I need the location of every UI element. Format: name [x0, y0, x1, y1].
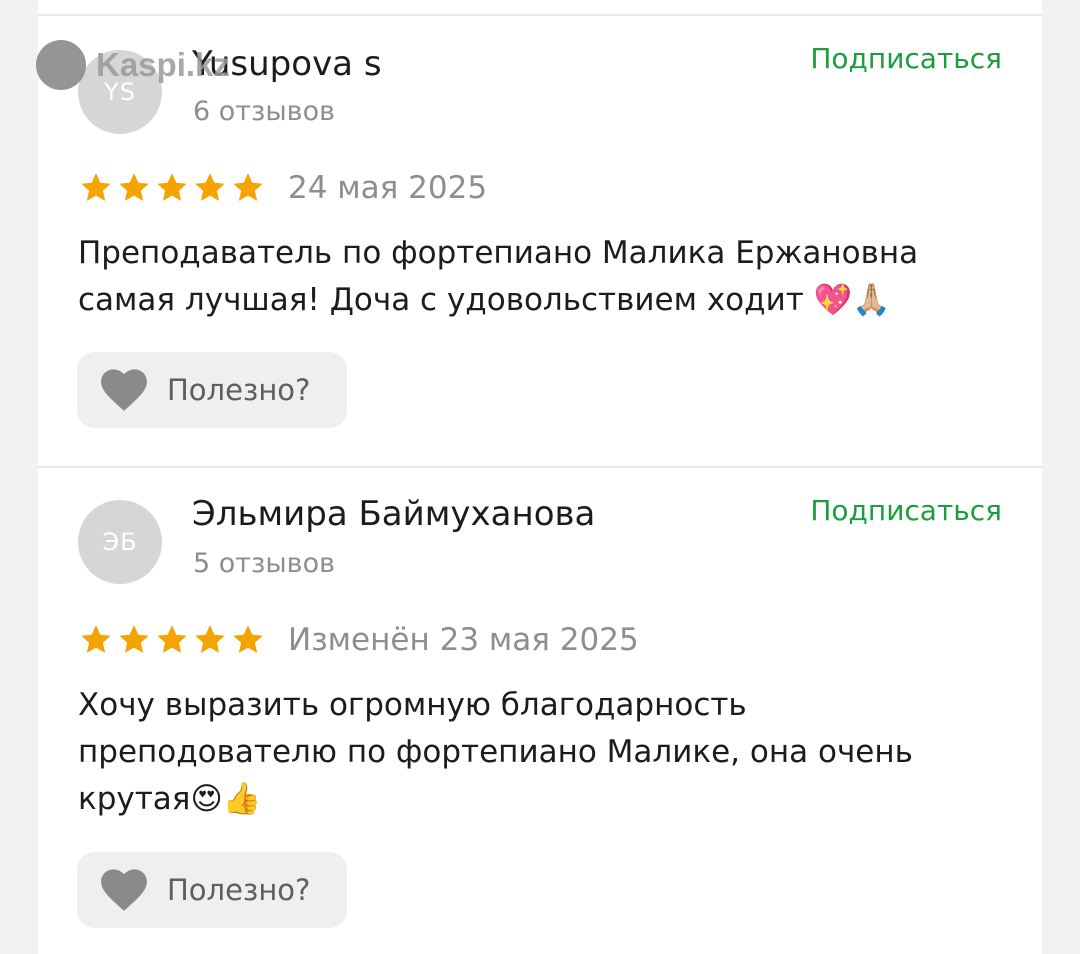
helpful-label: Полезно?: [167, 373, 311, 407]
helpful-button[interactable]: Полезно?: [77, 352, 347, 428]
review-text-line: преподователю по фортепиано Малике, она …: [78, 734, 913, 770]
helpful-label: Полезно?: [167, 873, 311, 907]
helpful-button[interactable]: Полезно?: [77, 852, 347, 928]
star-icon: [230, 622, 266, 658]
review-text: Преподаватель по фортепиано Малика Ержан…: [78, 230, 1008, 324]
rating-row: 24 мая 2025: [78, 170, 487, 206]
review-count: 6 отзывов: [193, 96, 336, 127]
star-icon: [116, 622, 152, 658]
star-icon: [78, 622, 114, 658]
avatar-initials: ЭБ: [102, 528, 138, 556]
review-date: Изменён 23 мая 2025: [288, 622, 639, 658]
review-author[interactable]: Эльмира Баймуханова: [192, 494, 595, 534]
avatar: ЭБ: [78, 500, 162, 584]
review-text: Хочу выразить огромную благодарность пре…: [78, 682, 1008, 823]
heart-icon: [101, 869, 147, 911]
review-text-line: самая лучшая! Доча с удовольствием ходит…: [78, 282, 891, 318]
avatar: YS: [78, 50, 162, 134]
star-icon: [192, 170, 228, 206]
subscribe-button[interactable]: Подписаться: [810, 494, 1002, 527]
avatar-initials: YS: [104, 78, 136, 106]
star-rating: [78, 170, 266, 206]
star-icon: [154, 622, 190, 658]
star-icon: [78, 170, 114, 206]
heart-icon: [101, 369, 147, 411]
review-text-line: Хочу выразить огромную благодарность: [78, 687, 747, 723]
star-icon: [230, 170, 266, 206]
review-date: 24 мая 2025: [288, 170, 488, 206]
review-author[interactable]: Yusupova s: [192, 44, 382, 84]
star-icon: [116, 170, 152, 206]
review-text-line: Преподаватель по фортепиано Малика Ержан…: [78, 235, 919, 271]
rating-row: Изменён 23 мая 2025: [78, 622, 639, 658]
review-count: 5 отзывов: [193, 548, 336, 579]
star-icon: [154, 170, 190, 206]
subscribe-button[interactable]: Подписаться: [810, 42, 1002, 75]
star-rating: [78, 622, 266, 658]
review-text-line: крутая😍👍: [78, 781, 262, 817]
review-item: YS Yusupova s 6 отзывов Подписаться 24 м…: [38, 0, 1042, 466]
review-item: ЭБ Эльмира Баймуханова 5 отзывов Подписа…: [38, 468, 1042, 954]
star-icon: [192, 622, 228, 658]
